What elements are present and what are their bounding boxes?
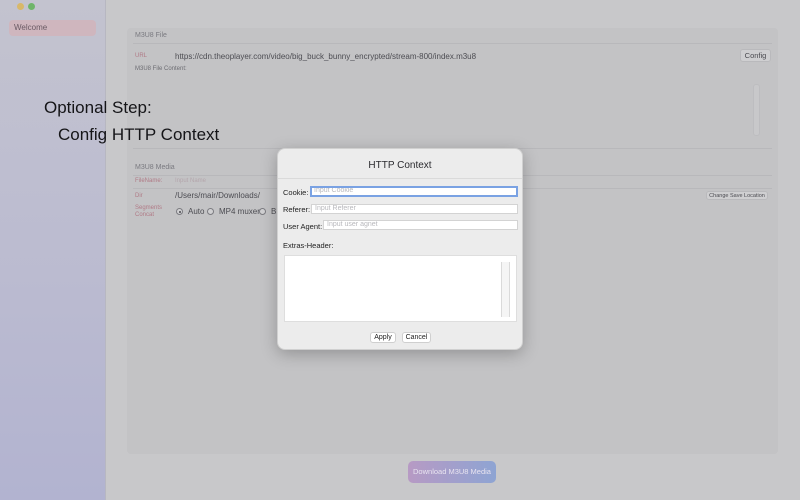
- segments-label: Segments: [135, 205, 163, 211]
- referer-label: Referer:: [283, 205, 311, 214]
- mp4-muxer-option-label: MP4 muxer: [219, 207, 260, 216]
- user-agent-input[interactable]: Input user agnet: [323, 220, 518, 230]
- textarea-scrollbar[interactable]: [501, 262, 510, 317]
- m3u8-file-section-title: M3U8 File: [135, 32, 167, 39]
- filename-label: FileName:: [135, 178, 163, 184]
- cookie-label: Cookie:: [283, 188, 309, 197]
- auto-option-label: Auto: [188, 207, 205, 216]
- window-close-icon[interactable]: [17, 3, 24, 10]
- extras-header-textarea[interactable]: [284, 255, 517, 322]
- dir-label: Dir: [135, 193, 143, 199]
- third-option-radio[interactable]: [259, 208, 266, 215]
- extras-header-label: Extras-Header:: [283, 241, 334, 250]
- dir-value: /Users/mair/Downloads/: [175, 191, 260, 200]
- sidebar-item-welcome[interactable]: Welcome: [9, 20, 96, 36]
- http-context-dialog: HTTP Context Cookie: Input Cookie Refere…: [277, 148, 523, 350]
- sidebar: Welcome: [0, 0, 106, 500]
- cookie-input[interactable]: Input Cookie: [310, 186, 518, 197]
- cancel-button[interactable]: Cancel: [402, 332, 431, 343]
- filename-input[interactable]: Input Name: [175, 178, 206, 184]
- m3u8-media-section-title: M3U8 Media: [135, 164, 175, 171]
- change-save-location-button[interactable]: Change Save Location: [706, 191, 768, 200]
- divider: [278, 178, 522, 179]
- third-option-label: B: [271, 207, 277, 216]
- divider: [133, 43, 772, 44]
- optional-step-caption: Optional Step:: [44, 98, 152, 117]
- config-button[interactable]: Config: [740, 49, 771, 62]
- auto-radio[interactable]: [176, 208, 183, 215]
- file-content-label: M3U8 File Content:: [135, 66, 187, 72]
- content-scrollbar[interactable]: [753, 84, 760, 136]
- window-zoom-icon[interactable]: [28, 3, 35, 10]
- download-m3u8-media-button[interactable]: Download M3U8 Media: [408, 461, 496, 483]
- apply-button[interactable]: Apply: [370, 332, 396, 343]
- concat-label: Concat: [135, 212, 155, 218]
- config-http-context-caption: Config HTTP Context: [58, 125, 220, 144]
- dialog-title: HTTP Context: [368, 160, 432, 171]
- referer-input[interactable]: Input Referer: [311, 204, 518, 214]
- url-label: URL: [135, 53, 148, 59]
- url-field[interactable]: https://cdn.theoplayer.com/video/big_buc…: [175, 52, 476, 61]
- user-agent-label: User Agent:: [283, 222, 323, 231]
- mp4-muxer-radio[interactable]: [207, 208, 214, 215]
